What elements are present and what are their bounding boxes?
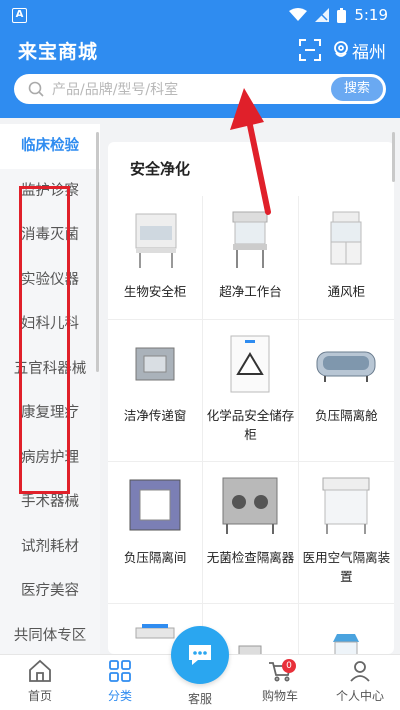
sidebar-item[interactable]: 共同体专区 — [0, 614, 100, 655]
booth-image — [333, 634, 360, 654]
nav-label: 分类 — [107, 689, 132, 703]
product-label: 负压隔离间 — [123, 550, 187, 565]
sidebar-item[interactable]: 医疗美容 — [0, 569, 100, 614]
product-label: 负压隔离舱 — [315, 408, 378, 423]
location-selector[interactable]: 福州 — [333, 38, 386, 63]
isolation-room-image — [129, 479, 181, 531]
product-grid: 生物安全柜 超净工作台 通风柜 洁净传递窗 化学品安全储存柜 负压隔离舱 负压隔… — [108, 196, 394, 654]
product-label: 超净工作台 — [219, 284, 282, 299]
home-icon — [29, 659, 51, 682]
section-title: 安全净化 — [130, 160, 191, 178]
sidebar-scrollbar[interactable] — [96, 132, 99, 372]
product-item[interactable]: 化学品安全储存柜 — [203, 320, 299, 462]
annotation-highlight-box — [19, 186, 70, 494]
product-label: 洁净传递窗 — [123, 408, 187, 423]
customer-service-button[interactable] — [171, 626, 229, 684]
cart-badge: 0 — [282, 659, 296, 673]
sterility-isolator-image — [222, 477, 278, 534]
search-button[interactable]: 搜索 — [331, 77, 383, 101]
chat-icon — [189, 645, 211, 665]
biosafety-cabinet-image — [135, 213, 177, 268]
product-label: 通风柜 — [327, 284, 366, 299]
brand-logo: 来宝商城 — [18, 40, 99, 63]
battery-icon — [337, 7, 347, 23]
nav-label: 购物车 — [261, 689, 298, 703]
product-item[interactable]: 无菌检查隔离器 — [203, 462, 299, 604]
chemical-storage-cabinet-image — [230, 335, 270, 393]
status-time: 5:19 — [354, 6, 388, 24]
customer-service-label: 客服 — [187, 692, 212, 706]
sidebar-item[interactable]: 试剂耗材 — [0, 525, 100, 570]
nav-category[interactable]: 分类 — [80, 655, 160, 710]
content-scrollbar[interactable] — [392, 132, 395, 182]
product-item[interactable]: 生物安全柜 — [108, 196, 204, 320]
app-notification-icon: A — [12, 7, 27, 23]
app-header: A 5:19 来宝商城 福州 产品/品牌/型号/科室 搜索 — [0, 0, 400, 118]
product-label: 化学品安全储存柜 — [206, 408, 295, 442]
nav-profile[interactable]: 个人中心 — [320, 655, 400, 710]
clean-bench-image — [232, 211, 268, 268]
product-label: 医用空气隔离装置 — [302, 550, 391, 584]
grid-icon — [109, 660, 131, 682]
user-icon — [350, 661, 370, 682]
product-item[interactable]: 负压隔离舱 — [298, 320, 394, 462]
fume-hood-image — [330, 211, 362, 265]
product-item[interactable]: 超净工作台 — [203, 196, 299, 320]
sidebar-item[interactable]: 临床检验 — [0, 124, 100, 169]
air-isolation-unit-image — [322, 477, 370, 534]
nav-label: 首页 — [27, 689, 52, 703]
signal-icon — [315, 8, 330, 22]
search-bar[interactable]: 产品/品牌/型号/科室 搜索 — [14, 74, 386, 104]
product-item[interactable]: 医用空气隔离装置 — [298, 462, 394, 604]
product-item[interactable]: 负压隔离间 — [108, 462, 204, 604]
search-input[interactable]: 产品/品牌/型号/科室 — [52, 79, 178, 99]
scan-icon[interactable] — [299, 39, 321, 61]
product-item[interactable]: 洁净传递窗 — [108, 320, 204, 462]
wifi-icon — [289, 8, 308, 21]
location-pin-icon — [334, 41, 348, 57]
search-icon — [28, 81, 44, 97]
isolation-pod-image — [316, 351, 376, 382]
product-label: 无菌检查隔离器 — [206, 550, 295, 565]
product-label: 生物安全柜 — [123, 284, 187, 299]
nav-label: 个人中心 — [335, 689, 384, 703]
nav-home[interactable]: 首页 — [0, 655, 80, 710]
product-panel: 安全净化 生物安全柜 超净工作台 通风柜 洁净传递窗 化学品安全储存柜 负压隔离… — [108, 142, 394, 654]
pass-box-image — [135, 347, 175, 381]
product-item[interactable] — [299, 604, 394, 654]
status-bar: A 5:19 — [0, 0, 400, 30]
product-item[interactable]: 通风柜 — [298, 196, 394, 320]
nav-cart[interactable]: 0 购物车 — [240, 655, 320, 710]
city-label: 福州 — [352, 42, 386, 63]
